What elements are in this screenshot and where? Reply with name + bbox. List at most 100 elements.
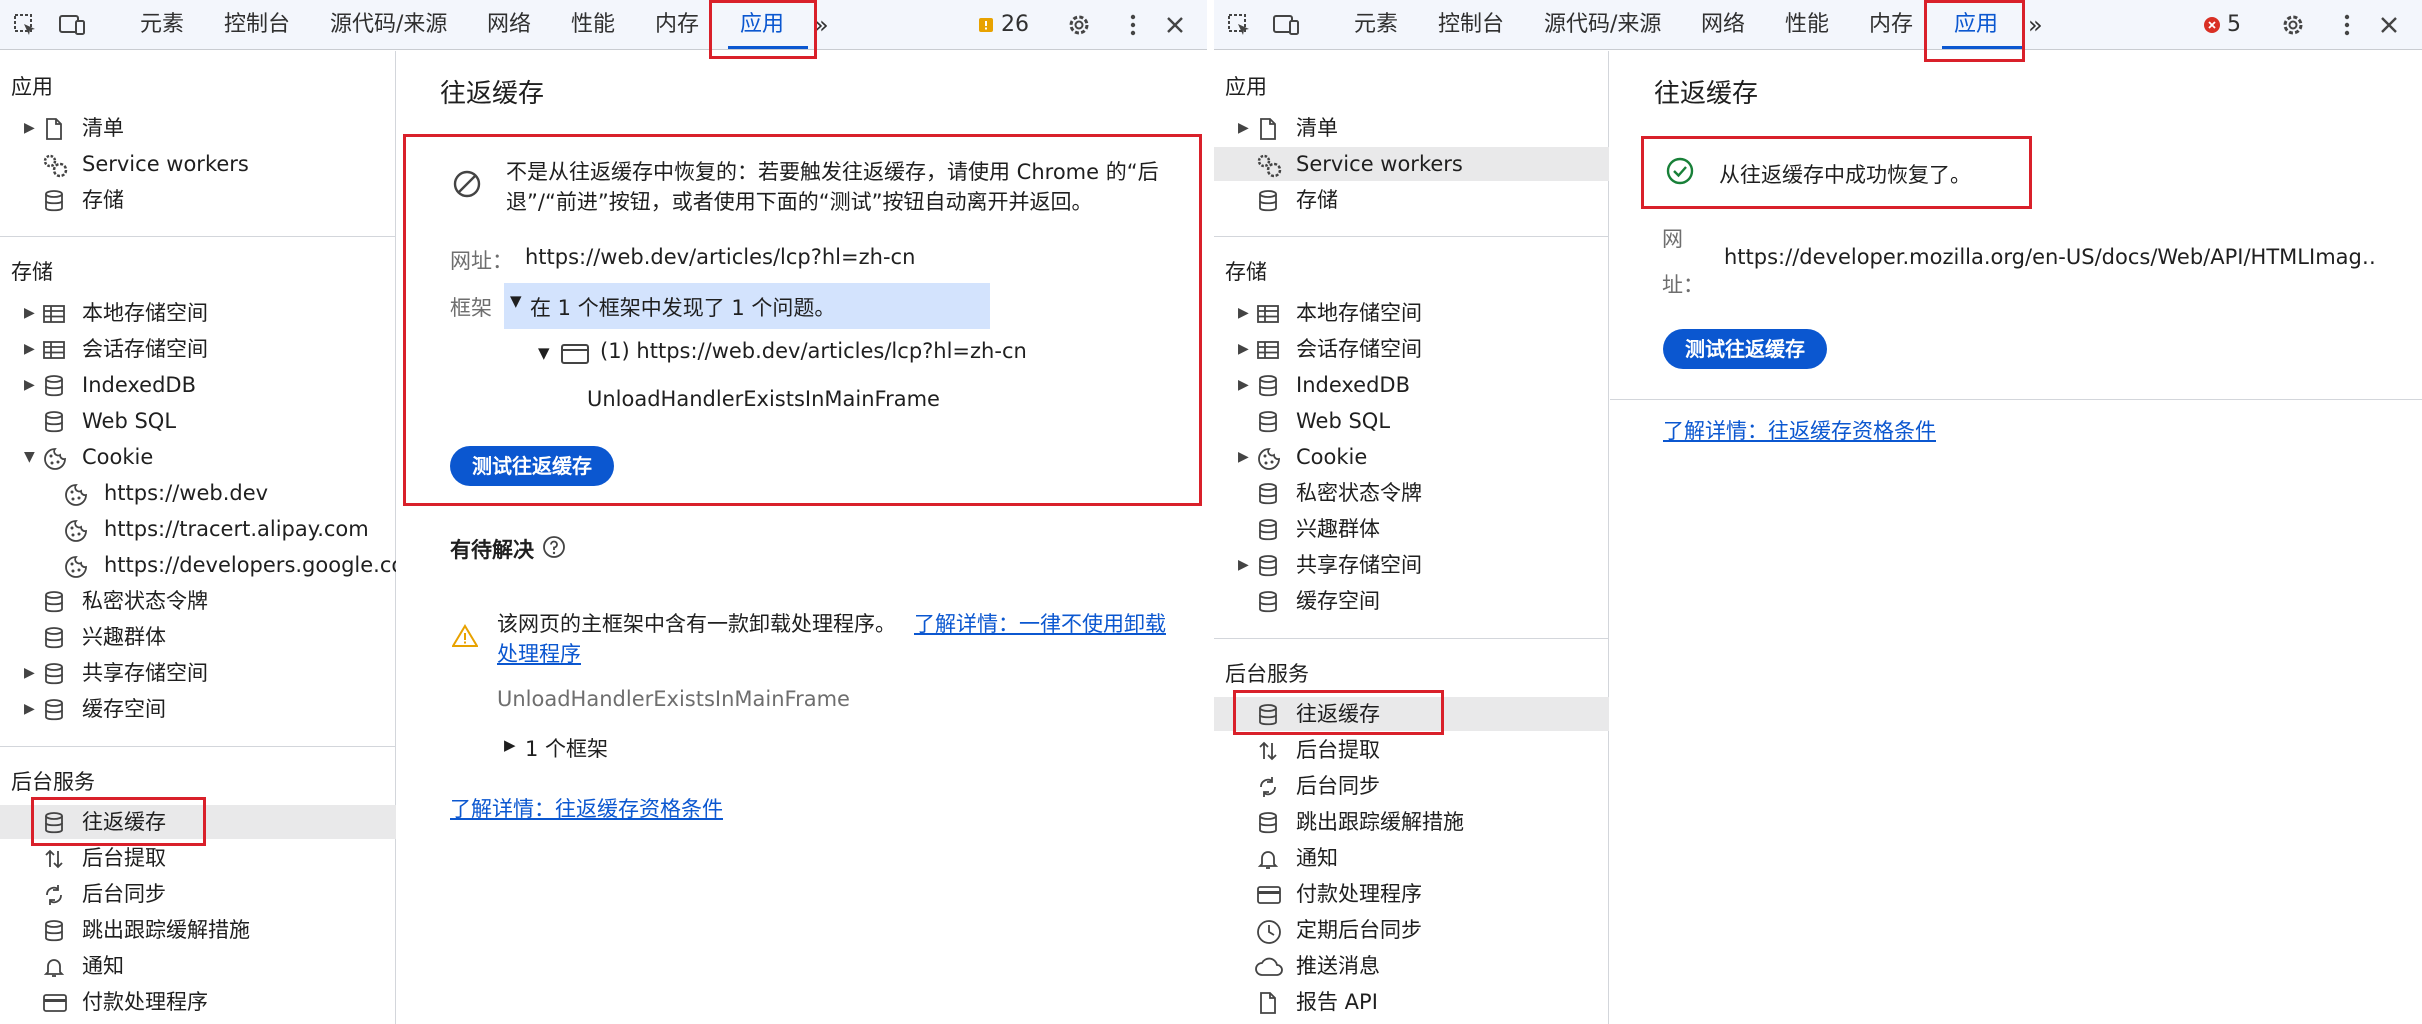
collapse-arrow-icon[interactable]: ▼ [538,344,550,362]
learn-more-link[interactable]: 了解详情：往返缓存资格条件 [450,793,723,823]
sidebar-item-label: https://tracert.alipay.com [104,517,369,541]
close-icon[interactable] [1162,12,1188,38]
device-toolbar-icon[interactable] [58,12,85,38]
sidebar-item-session-storage[interactable]: ▶ 会话存储空间 [0,332,396,366]
page-title: 往返缓存 [1654,79,1759,109]
sidebar-item-background-sync[interactable]: 后台同步 [1214,769,1609,803]
tab-console[interactable]: 控制台 [224,0,290,50]
expand-arrow-icon[interactable]: ▶ [1238,548,1249,582]
collapse-arrow-icon[interactable]: ▼ [510,292,522,310]
sidebar-item-manifest[interactable]: ▶ 清单 [1214,111,1609,145]
settings-gear-icon[interactable] [2280,12,2306,38]
sidebar-item-cookie-web-dev[interactable]: https://web.dev [0,476,396,510]
sidebar-item-web-sql[interactable]: Web SQL [1214,404,1609,438]
device-toolbar-icon[interactable] [1272,12,1299,38]
tab-elements[interactable]: 元素 [1354,0,1398,50]
sidebar-item-cookie[interactable]: ▼ Cookie [0,440,396,474]
tab-network[interactable]: 网络 [487,0,531,50]
tab-application[interactable]: 应用 [740,0,784,50]
inspect-element-icon[interactable] [12,12,38,38]
expand-arrow-icon[interactable]: ▶ [504,736,516,754]
sidebar-item-back-forward-cache[interactable]: 往返缓存 [0,805,396,839]
tab-memory[interactable]: 内存 [1869,0,1913,50]
sidebar-item-manifest[interactable]: ▶ 清单 [0,111,396,145]
warning-count[interactable]: 26 [1001,0,1029,50]
tab-memory[interactable]: 内存 [655,0,699,50]
sidebar-item-local-storage[interactable]: ▶ 本地存储空间 [1214,296,1609,330]
sidebar-item-indexeddb[interactable]: ▶ IndexedDB [0,368,396,402]
sidebar-item-session-storage[interactable]: ▶ 会话存储空间 [1214,332,1609,366]
sidebar-item-periodic-sync[interactable]: 定期后台同步 [1214,913,1609,947]
expand-arrow-icon[interactable]: ▶ [1238,111,1249,145]
tab-elements[interactable]: 元素 [140,0,184,50]
sidebar-item-background-fetch[interactable]: 后台提取 [0,841,396,875]
sidebar-item-interest-groups[interactable]: 兴趣群体 [1214,512,1609,546]
sidebar-item-reporting-api[interactable]: 报告 API [1214,985,1609,1019]
sidebar-item-bounce-tracking[interactable]: 跳出跟踪缓解措施 [0,913,396,947]
tab-network[interactable]: 网络 [1701,0,1745,50]
sidebar-item-service-workers[interactable]: Service workers [1214,147,1609,181]
collapse-arrow-icon[interactable]: ▼ [24,440,35,474]
sidebar-item-cookie-google-dev[interactable]: https://developers.google.com [0,548,396,582]
sidebar-item-bounce-tracking[interactable]: 跳出跟踪缓解措施 [1214,805,1609,839]
more-tabs-icon[interactable]: » [814,0,829,50]
settings-gear-icon[interactable] [1066,12,1092,38]
sidebar-item-shared-storage[interactable]: ▶ 共享存储空间 [0,656,396,690]
sidebar-item-payment-handler[interactable]: 付款处理程序 [0,985,396,1019]
tab-performance[interactable]: 性能 [1785,0,1829,50]
sidebar-item-push-messaging[interactable]: 推送消息 [1214,949,1609,983]
expand-arrow-icon[interactable]: ▶ [1238,440,1249,474]
sidebar-item-indexeddb[interactable]: ▶ IndexedDB [1214,368,1609,402]
tab-application[interactable]: 应用 [1954,0,1998,50]
expand-arrow-icon[interactable]: ▶ [1238,296,1249,330]
tab-console[interactable]: 控制台 [1438,0,1504,50]
more-tabs-icon[interactable]: » [2028,0,2043,50]
sidebar-item-label: 往返缓存 [1296,702,1380,726]
sidebar-item-interest-groups[interactable]: 兴趣群体 [0,620,396,654]
issue-learn-more-link[interactable]: 了解详情：一律不使用卸载 [914,608,1166,638]
sidebar-item-cookie[interactable]: ▶ Cookie [1214,440,1609,474]
sidebar-item-web-sql[interactable]: Web SQL [0,404,396,438]
sidebar-item-payment-handler[interactable]: 付款处理程序 [1214,877,1609,911]
expand-arrow-icon[interactable]: ▶ [24,111,35,145]
error-count[interactable]: 5 [2227,0,2241,50]
sidebar-item-notifications[interactable]: 通知 [1214,841,1609,875]
expand-arrow-icon[interactable]: ▶ [24,368,35,402]
inspect-element-icon[interactable] [1226,12,1252,38]
close-icon[interactable] [2376,12,2402,38]
sidebar-item-notifications[interactable]: 通知 [0,949,396,983]
sidebar-item-cache-storage[interactable]: ▶ 缓存空间 [0,692,396,726]
learn-more-link[interactable]: 了解详情：往返缓存资格条件 [1663,415,1936,445]
sidebar-item-back-forward-cache[interactable]: 往返缓存 [1214,697,1609,731]
test-bfcache-button[interactable]: 测试往返缓存 [1663,329,1827,369]
expand-arrow-icon[interactable]: ▶ [1238,368,1249,402]
test-bfcache-button[interactable]: 测试往返缓存 [450,446,614,486]
expand-arrow-icon[interactable]: ▶ [24,656,35,690]
tab-sources[interactable]: 源代码/来源 [1544,0,1661,50]
sidebar-item-storage[interactable]: 存储 [0,183,396,217]
tab-sources[interactable]: 源代码/来源 [330,0,447,50]
more-options-icon[interactable] [1120,12,1146,38]
sidebar-item-private-state-tokens[interactable]: 私密状态令牌 [1214,476,1609,510]
expand-arrow-icon[interactable]: ▶ [24,332,35,366]
sidebar-item-local-storage[interactable]: ▶ 本地存储空间 [0,296,396,330]
frames-count[interactable]: 1 个框架 [525,733,608,763]
expand-arrow-icon[interactable]: ▶ [24,296,35,330]
help-icon[interactable] [542,535,568,561]
issue-learn-more-link-cont[interactable]: 处理程序 [497,638,581,668]
sidebar-item-background-fetch[interactable]: 后台提取 [1214,733,1609,767]
frame-entry[interactable]: (1) https://web.dev/articles/lcp?hl=zh-c… [600,339,1027,363]
more-options-icon[interactable] [2334,12,2360,38]
sidebar-item-service-workers[interactable]: Service workers [0,147,396,181]
expand-arrow-icon[interactable]: ▶ [1238,332,1249,366]
sidebar-item-storage[interactable]: 存储 [1214,183,1609,217]
main-content: 往返缓存 不是从往返缓存中恢复的：若要触发往返缓存，请使用 Chrome 的“后… [397,51,1207,1024]
sidebar-item-shared-storage[interactable]: ▶ 共享存储空间 [1214,548,1609,582]
expand-arrow-icon[interactable]: ▶ [24,692,35,726]
sidebar-item-cache-storage[interactable]: 缓存空间 [1214,584,1609,618]
frames-summary-row[interactable]: ▼ 在 1 个框架中发现了 1 个问题。 [504,283,990,329]
sidebar-item-private-state-tokens[interactable]: 私密状态令牌 [0,584,396,618]
sidebar-item-cookie-alipay[interactable]: https://tracert.alipay.com [0,512,396,546]
sidebar-item-background-sync[interactable]: 后台同步 [0,877,396,911]
tab-performance[interactable]: 性能 [571,0,615,50]
